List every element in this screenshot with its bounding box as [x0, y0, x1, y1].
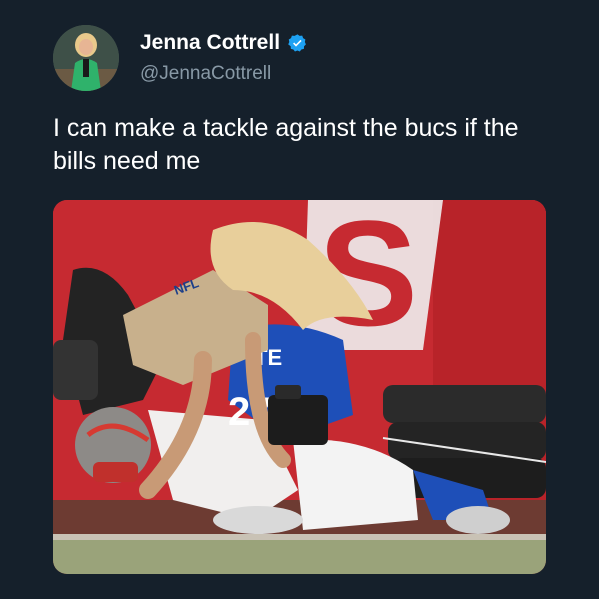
author-display-name[interactable]: Jenna Cottrell — [140, 31, 280, 55]
verified-badge-icon — [288, 33, 306, 52]
tweet-text: I can make a tackle against the bucs if … — [53, 114, 519, 175]
camera — [268, 395, 328, 445]
cleat-right — [446, 506, 510, 534]
avatar-image — [53, 25, 119, 91]
author-handle[interactable]: @JennaCottrell — [140, 63, 271, 85]
avatar[interactable] — [53, 25, 119, 91]
camera-lens-left — [53, 340, 98, 400]
tackle-photo: S ITE 27 NFL — [53, 200, 546, 574]
tweet-photo[interactable]: S ITE 27 NFL — [53, 200, 546, 574]
cleat-left — [213, 506, 303, 534]
author-name-row: Jenna Cottrell — [140, 31, 308, 55]
